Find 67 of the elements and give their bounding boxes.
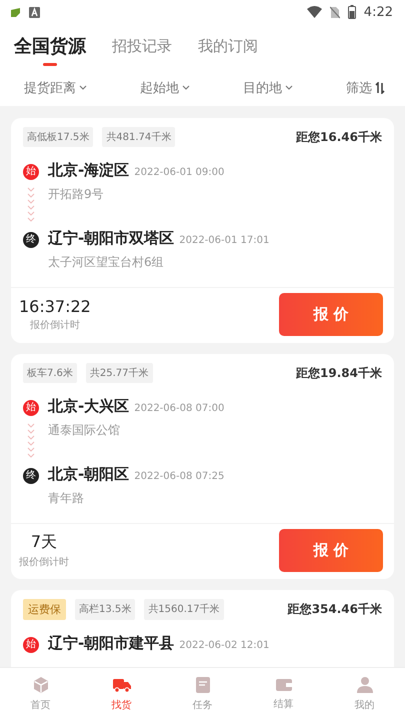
tag: 共25.77千米 [86, 363, 153, 383]
stop-marker: 始 [23, 164, 39, 180]
nav-item[interactable]: 任务 [172, 676, 232, 712]
countdown-label: 报价倒计时 [19, 556, 69, 569]
notification-icon [29, 6, 40, 18]
battery-icon [348, 5, 356, 19]
distance-text: 距您16.46千米 [296, 128, 382, 146]
document-icon [194, 676, 210, 694]
tag: 板车7.6米 [23, 363, 77, 383]
route-chevrons-icon [27, 185, 35, 223]
user-icon [356, 676, 374, 694]
tab[interactable]: 招投记录 [112, 30, 172, 64]
tag: 运费保 [23, 599, 66, 620]
stop-time: 2022-06-01 17:01 [179, 235, 270, 246]
tab[interactable]: 全国货源 [14, 28, 86, 66]
place-name: 北京-海淀区 [48, 161, 130, 180]
quote-button[interactable]: 报 价 [279, 293, 383, 336]
countdown-value: 7天 [30, 532, 58, 553]
place-name: 辽宁-朝阳市建平县 [48, 634, 174, 653]
chevron-down-icon [79, 85, 87, 91]
stop-marker: 终 [23, 468, 39, 484]
nav-item[interactable]: 首页 [10, 676, 70, 712]
stop-time: 2022-06-02 12:01 [179, 640, 270, 651]
no-sim-icon [330, 6, 340, 18]
place-name: 北京-朝阳区 [48, 465, 130, 484]
stop-time: 2022-06-01 09:00 [134, 167, 224, 178]
cube-icon [32, 676, 50, 694]
filter-dropdown[interactable]: 目的地 [243, 79, 293, 97]
tab[interactable]: 我的订阅 [198, 30, 258, 64]
tag: 高栏13.5米 [75, 599, 136, 620]
stop-time: 2022-06-08 07:00 [134, 403, 224, 414]
app-icon [10, 6, 21, 18]
nav-item[interactable]: 我的 [334, 676, 394, 712]
status-time: 4:22 [364, 4, 393, 20]
address-text: 开拓路9号 [48, 186, 105, 203]
nav-item[interactable]: 找货 [92, 676, 152, 712]
tag: 共481.74千米 [102, 127, 176, 147]
place-name: 辽宁-朝阳市双塔区 [48, 229, 174, 248]
nav-item[interactable]: 结算 [254, 677, 314, 711]
wallet-icon [274, 677, 292, 693]
tag: 高低板17.5米 [23, 127, 94, 147]
cargo-card[interactable]: 高低板17.5米 共481.74千米 距您16.46千米 始 北京-海淀区 2022-06-01 09:00 开拓路9号 终 辽宁-朝阳市双塔区 2022-06-01 17:01 太子河区望宝台村6组 16:37:22 报价倒计时 报 价 [11, 118, 394, 343]
filter-dropdown[interactable]: 筛选 [346, 79, 385, 97]
tag: 共1560.17千米 [144, 599, 224, 620]
countdown-label: 报价倒计时 [30, 318, 80, 332]
address-text: 太子河区望宝台村6组 [48, 254, 165, 271]
route-chevrons-icon [27, 421, 35, 459]
chevron-down-icon [285, 85, 293, 91]
stop-marker: 始 [23, 400, 39, 416]
distance-text: 距您19.84千米 [296, 364, 382, 382]
quote-button[interactable]: 报 价 [279, 529, 383, 572]
stop-marker: 终 [23, 232, 39, 248]
distance-text: 距您354.46千米 [288, 601, 382, 618]
filter-dropdown[interactable]: 提货距离 [24, 79, 87, 97]
countdown-value: 16:37:22 [19, 297, 91, 316]
filter-dropdown[interactable]: 起始地 [140, 79, 190, 97]
stop-marker: 始 [23, 637, 39, 653]
sort-icon [375, 82, 385, 94]
cargo-card[interactable]: 运费保 高栏13.5米 共1560.17千米 距您354.46千米 始 辽宁-朝阳市建平县 2022-06-02 12:01 [11, 590, 394, 667]
place-name: 北京-大兴区 [48, 397, 130, 416]
chevron-down-icon [182, 85, 190, 91]
address-text: 通泰国际公馆 [48, 422, 121, 439]
address-text: 青年路 [48, 490, 85, 507]
stop-time: 2022-06-08 07:25 [134, 471, 224, 482]
cargo-card[interactable]: 板车7.6米 共25.77千米 距您19.84千米 始 北京-大兴区 2022-06-08 07:00 通泰国际公馆 终 北京-朝阳区 2022-06-08 07:25 青年路 7天 报价倒计时 报 价 [11, 354, 394, 579]
truck-icon [112, 676, 132, 694]
wifi-icon [306, 6, 322, 18]
